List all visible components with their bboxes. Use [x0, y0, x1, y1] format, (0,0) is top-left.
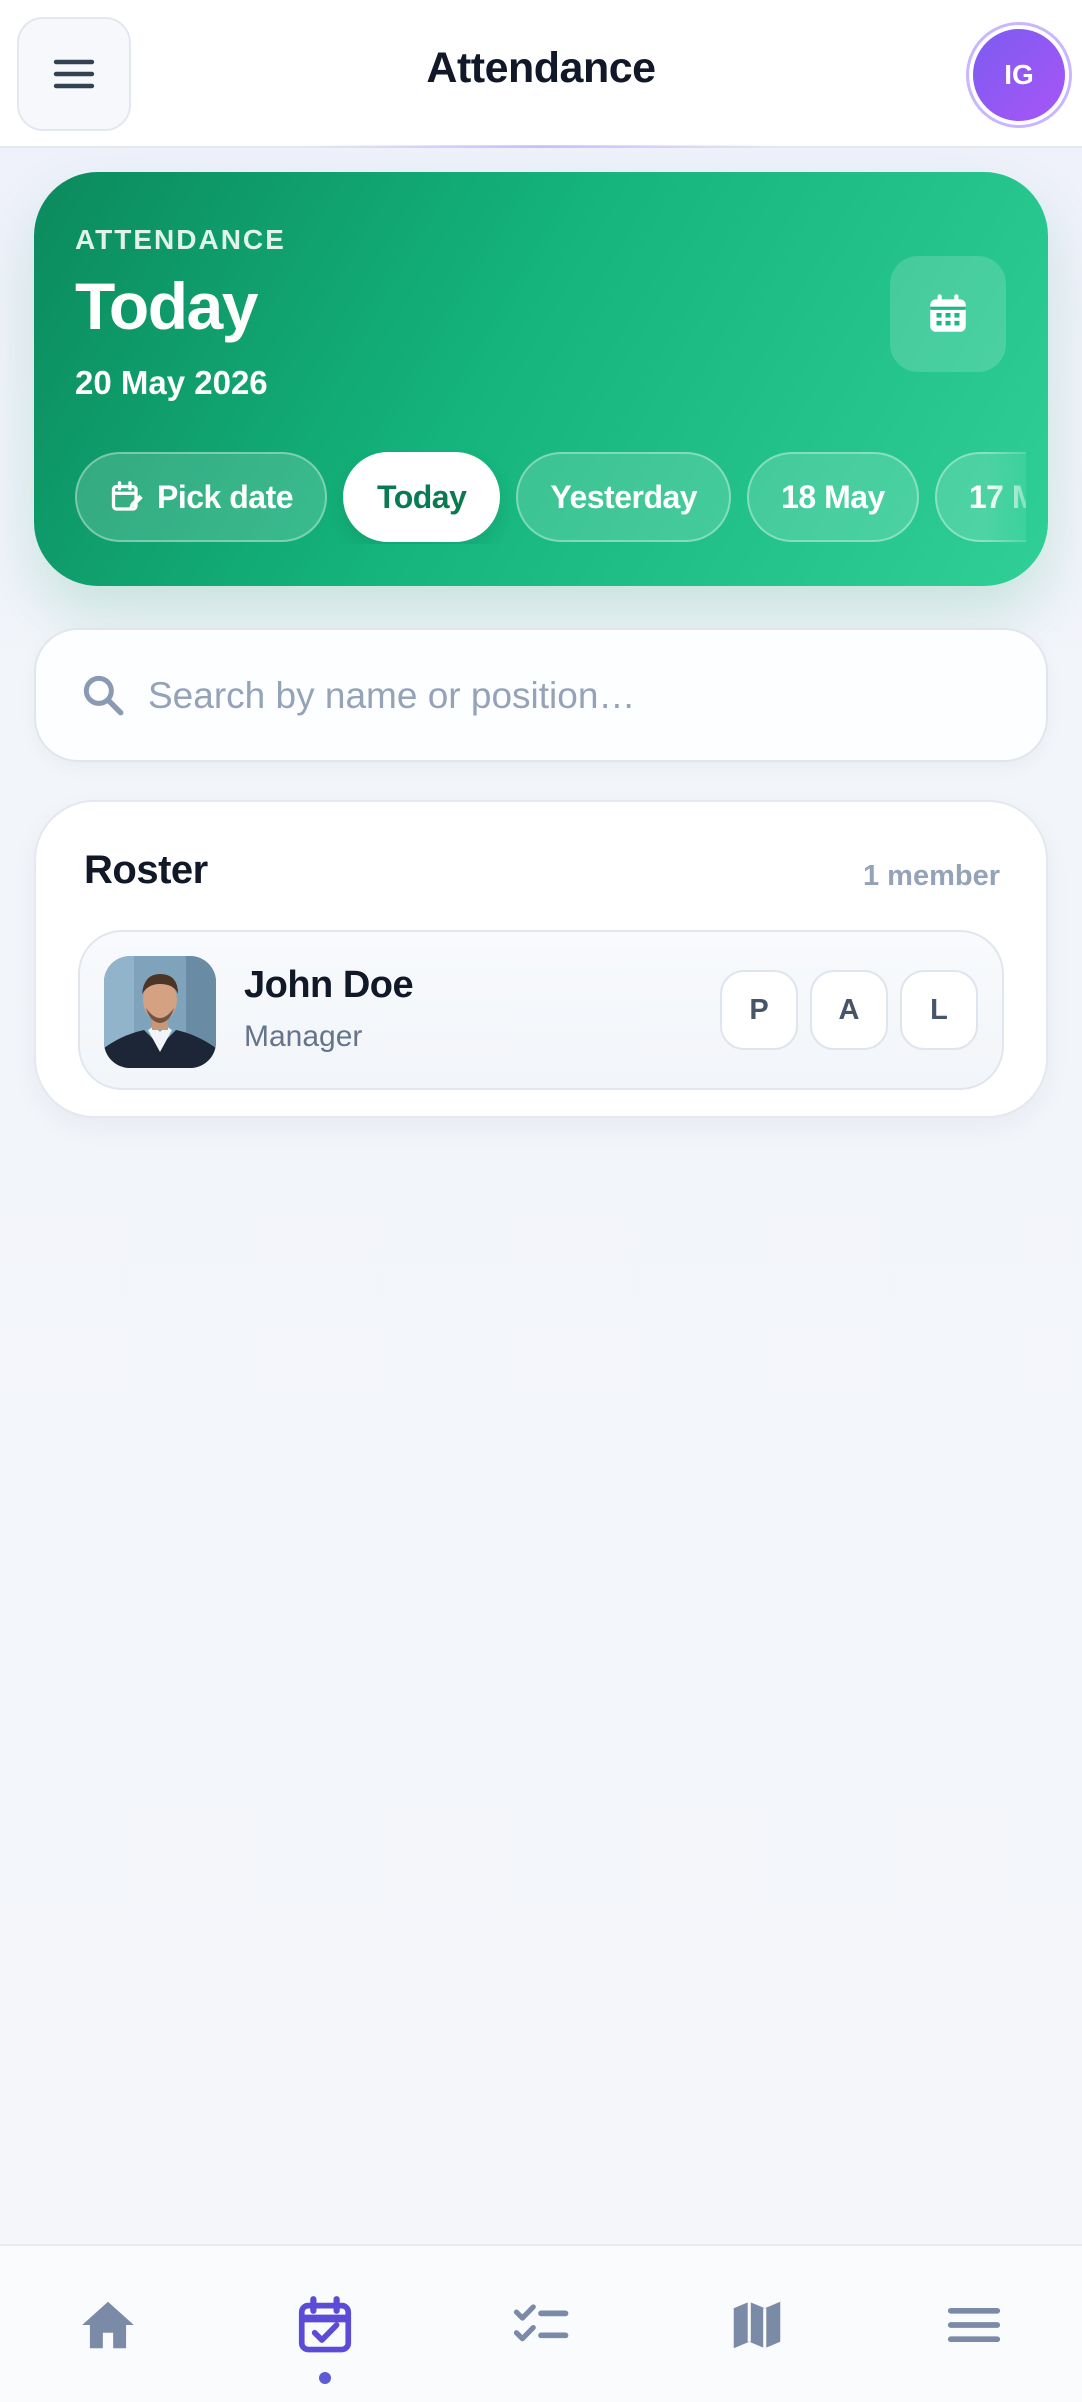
- hero-title: Today: [75, 269, 258, 343]
- roster-card: Roster 1 member John Doe Manager P A L: [34, 800, 1048, 1118]
- search-input[interactable]: [148, 660, 1008, 732]
- chip-pick-date[interactable]: Pick date: [75, 452, 328, 542]
- nav-attendance[interactable]: [216, 2246, 432, 2402]
- chip-18-may[interactable]: 18 May: [747, 452, 919, 542]
- calendar-icon: [930, 294, 966, 332]
- calendar-edit-icon: [111, 481, 143, 511]
- home-icon: [82, 2301, 135, 2349]
- nav-tasks[interactable]: [433, 2246, 649, 2402]
- search-bar[interactable]: [34, 628, 1048, 762]
- chip-label: 18 May: [781, 478, 885, 515]
- member-name: John Doe: [244, 964, 414, 1006]
- attendance-screen: Attendance IG ATTENDANCE Today 20 May 20…: [0, 0, 1082, 2402]
- calendar-check-icon: [298, 2296, 351, 2353]
- active-indicator-dot: [318, 2372, 331, 2384]
- member-role: Manager: [244, 1020, 363, 1053]
- nav-more[interactable]: [866, 2246, 1082, 2402]
- absent-button[interactable]: A: [810, 970, 888, 1050]
- calendar-button[interactable]: [890, 256, 1006, 372]
- member-photo: [104, 956, 216, 1068]
- chip-label: Today: [377, 478, 467, 515]
- checklist-icon: [513, 2304, 569, 2342]
- map-icon: [734, 2301, 781, 2349]
- present-button[interactable]: P: [720, 970, 798, 1050]
- search-icon: [83, 675, 124, 716]
- app-header: Attendance IG: [0, 0, 1082, 148]
- nav-map[interactable]: [649, 2246, 865, 2402]
- leave-button[interactable]: L: [900, 970, 978, 1050]
- member-portrait-image: [104, 956, 216, 1068]
- menu-lines-icon: [947, 2307, 1000, 2343]
- member-row[interactable]: John Doe Manager P A L: [78, 930, 1004, 1090]
- hero-date: 20 May 2026: [75, 364, 268, 401]
- chip-label: Pick date: [157, 478, 294, 515]
- attendance-date-card: ATTENDANCE Today 20 May 2026 Pick date T…: [34, 172, 1048, 586]
- chip-yesterday[interactable]: Yesterday: [516, 452, 732, 542]
- chip-scroll-fade: [986, 450, 1026, 544]
- date-chip-row[interactable]: Pick date Today Yesterday 18 May 17 May: [75, 450, 1026, 544]
- status-button-group: P A L: [720, 970, 978, 1050]
- avatar: IG: [973, 29, 1065, 121]
- chip-today[interactable]: Today: [343, 452, 501, 542]
- nav-home[interactable]: [0, 2246, 216, 2402]
- page-title: Attendance: [426, 44, 656, 92]
- roster-title: Roster: [84, 848, 208, 892]
- chip-label: Yesterday: [550, 478, 698, 515]
- hero-overline: ATTENDANCE: [75, 224, 286, 255]
- profile-avatar-button[interactable]: IG: [966, 22, 1072, 128]
- member-count: 1 member: [862, 860, 1000, 892]
- bottom-navigation: [0, 2244, 1082, 2402]
